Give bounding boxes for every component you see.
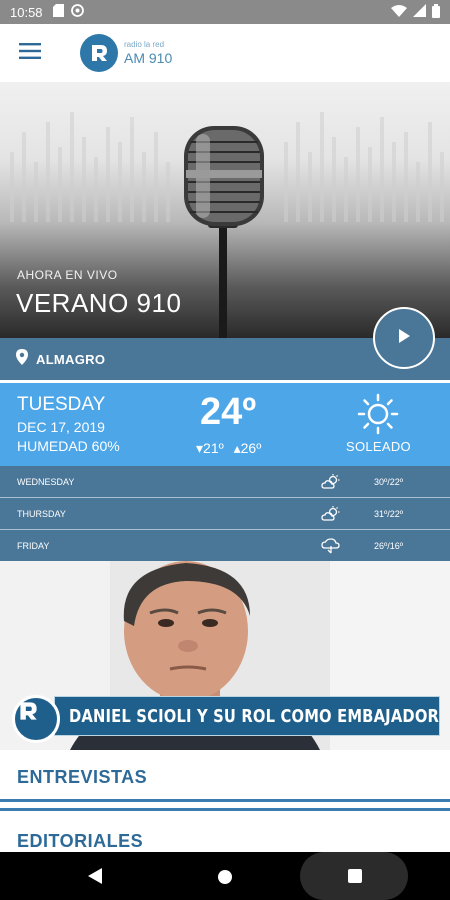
news-logo-icon: [12, 695, 60, 743]
live-label: AHORA EN VIVO: [17, 268, 118, 282]
forecast-list: WEDNESDAY 30º/22º THURSDAY 31º/22º FRIDA…: [0, 466, 450, 562]
sd-card-icon: [52, 4, 64, 20]
news-card[interactable]: DANIEL SCIOLI Y SU ROL COMO EMBAJADOR: [0, 561, 450, 750]
weather-humidity: HUMEDAD 60%: [17, 438, 120, 454]
arrow-down-icon: ▾: [196, 440, 204, 456]
hamburger-icon: [19, 42, 41, 64]
weather-day: TUESDAY: [17, 394, 106, 415]
forecast-range: 31º/22º: [374, 508, 404, 519]
weather-range: ▾21º ▴26º: [196, 440, 261, 457]
recents-icon[interactable]: [348, 869, 362, 883]
back-icon[interactable]: [87, 867, 103, 890]
weather-condition: SOLEADO: [346, 439, 411, 454]
play-button[interactable]: [373, 307, 435, 369]
section-label: ENTREVISTAS: [17, 767, 148, 787]
forecast-row: THURSDAY 31º/22º: [0, 498, 450, 530]
logo-mark-icon: [80, 34, 118, 72]
section-entrevistas[interactable]: ENTREVISTAS: [0, 750, 450, 802]
weather-temp: 24º: [200, 391, 257, 433]
forecast-row: FRIDAY 26º/16º: [0, 530, 450, 562]
wifi-icon: [391, 4, 407, 20]
logo-small-text: radio la red: [124, 40, 165, 49]
live-hero[interactable]: AHORA EN VIVO VERANO 910: [0, 82, 450, 338]
rain-cloud-icon: [321, 538, 341, 559]
status-time: 10:58: [10, 4, 43, 20]
signal-icon: [413, 4, 426, 20]
menu-button[interactable]: [0, 24, 60, 82]
battery-icon: [432, 3, 440, 21]
cloud-sun-icon: [321, 506, 341, 527]
forecast-row: WEDNESDAY 30º/22º: [0, 466, 450, 498]
weather-date: DEC 17, 2019: [17, 419, 105, 435]
app-bar: radio la red AM 910: [0, 24, 450, 82]
section-label: EDITORIALES: [17, 831, 144, 851]
forecast-day: THURSDAY: [17, 508, 66, 519]
cloud-sun-icon: [321, 474, 341, 495]
play-icon: [397, 328, 411, 349]
weather-max: 26º: [240, 440, 262, 456]
logo-big-text: AM 910: [124, 50, 173, 66]
location-pin-icon: [16, 348, 28, 370]
sun-icon: [357, 393, 399, 440]
at-sign-icon: [70, 4, 84, 20]
forecast-range: 26º/16º: [374, 540, 404, 551]
news-headline-banner: DANIEL SCIOLI Y SU ROL COMO EMBAJADOR: [54, 696, 440, 736]
home-icon[interactable]: [218, 870, 232, 884]
weather-min: 21º: [203, 440, 224, 456]
arrow-up-icon: ▴: [233, 440, 241, 456]
forecast-day: FRIDAY: [17, 540, 50, 551]
show-title: VERANO 910: [16, 288, 182, 318]
forecast-day: WEDNESDAY: [17, 476, 75, 487]
forecast-range: 30º/22º: [374, 476, 404, 487]
location-name: ALMAGRO: [36, 351, 106, 367]
status-bar: 10:58: [0, 0, 450, 24]
section-editoriales[interactable]: EDITORIALES: [0, 808, 450, 852]
system-nav-bar: [0, 852, 450, 900]
station-logo: radio la red AM 910: [80, 34, 172, 72]
news-headline: DANIEL SCIOLI Y SU ROL COMO EMBAJADOR: [69, 705, 440, 727]
